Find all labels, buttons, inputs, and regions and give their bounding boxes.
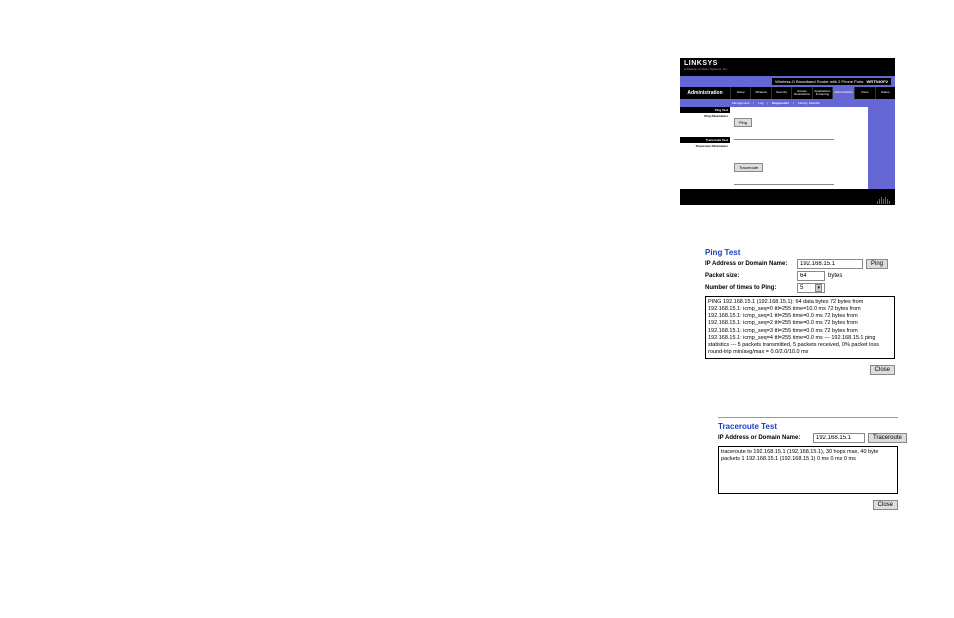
nav-voice[interactable]: Voice — [854, 87, 874, 99]
traceroute-ip-label: IP Address or Domain Name: — [718, 435, 813, 441]
logo-subtitle: A Division of Cisco Systems, Inc. — [684, 67, 728, 71]
router-logo-bar: LINKSYS A Division of Cisco Systems, Inc… — [680, 58, 895, 72]
sub-nav: Management | Log | Diagnostics | Factory… — [680, 99, 895, 107]
ping-num-label: Number of times to Ping: — [705, 285, 797, 291]
nav-security[interactable]: Security — [771, 87, 791, 99]
section-label: Administration — [687, 90, 722, 96]
traceroute-output: traceroute to 192.168.15.1 (192.168.15.1… — [718, 446, 898, 494]
ping-close-button[interactable]: Close — [870, 365, 895, 375]
subnav-log[interactable]: Log — [758, 101, 763, 105]
ping-ip-input[interactable] — [797, 259, 863, 269]
ping-packet-input[interactable] — [797, 271, 825, 281]
cisco-icon — [877, 191, 891, 201]
traceroute-test-window: Traceroute Test IP Address or Domain Nam… — [718, 417, 898, 510]
ping-output: PING 192.168.15.1 (192.168.15.1): 64 dat… — [705, 296, 895, 359]
ping-button[interactable]: Ping — [734, 118, 752, 127]
ping-num-value: 5 — [800, 285, 803, 291]
nav-admin[interactable]: Administration — [832, 87, 854, 99]
traceroute-input-line[interactable] — [734, 176, 834, 185]
traceroute-ip-input[interactable] — [813, 433, 865, 443]
subnav-factory[interactable]: Factory Defaults — [798, 101, 820, 105]
footer-bar — [680, 189, 895, 205]
traceroute-submit-button[interactable]: Traceroute — [868, 433, 907, 443]
ping-input-line[interactable] — [734, 131, 834, 140]
nav-access[interactable]: Access Restrictions — [791, 87, 811, 99]
logo: LINKSYS — [684, 60, 728, 67]
traceroute-button[interactable]: Traceroute — [734, 163, 763, 172]
ping-ip-label: IP Address or Domain Name: — [705, 261, 797, 267]
device-name: Wireless-G Broadband Router with 2 Phone… — [775, 79, 863, 84]
main-content: Ping Traceroute — [730, 107, 868, 189]
ping-submit-button[interactable]: Ping — [866, 259, 888, 269]
subnav-management[interactable]: Management — [732, 101, 750, 105]
nav-wireless[interactable]: Wireless — [750, 87, 770, 99]
ping-packet-unit: bytes — [828, 273, 842, 279]
main-nav: Administration Setup Wireless Security A… — [680, 87, 895, 99]
ping-packet-label: Packet size: — [705, 273, 797, 279]
sidebar: Ping Test Ping Parameters Traceroute Tes… — [680, 107, 730, 189]
chevron-down-icon: ▾ — [815, 284, 822, 292]
router-admin-panel: LINKSYS A Division of Cisco Systems, Inc… — [680, 58, 895, 205]
ping-title: Ping Test — [705, 248, 895, 257]
nav-setup[interactable]: Setup — [730, 87, 750, 99]
traceroute-title: Traceroute Test — [718, 422, 898, 431]
device-header: Wireless-G Broadband Router with 2 Phone… — [680, 76, 895, 87]
ping-num-select[interactable]: 5 ▾ — [797, 283, 825, 293]
device-model: WRT54GP2 — [866, 79, 888, 84]
subnav-diagnostics[interactable]: Diagnostics — [772, 101, 789, 105]
right-column — [868, 107, 895, 189]
ping-test-window: Ping Test IP Address or Domain Name: Pin… — [705, 248, 895, 375]
sidebar-tr-params: Traceroute Parameters — [680, 143, 730, 149]
traceroute-close-button[interactable]: Close — [873, 500, 898, 510]
nav-status[interactable]: Status — [875, 87, 895, 99]
nav-apps[interactable]: Applications & Gaming — [812, 87, 832, 99]
